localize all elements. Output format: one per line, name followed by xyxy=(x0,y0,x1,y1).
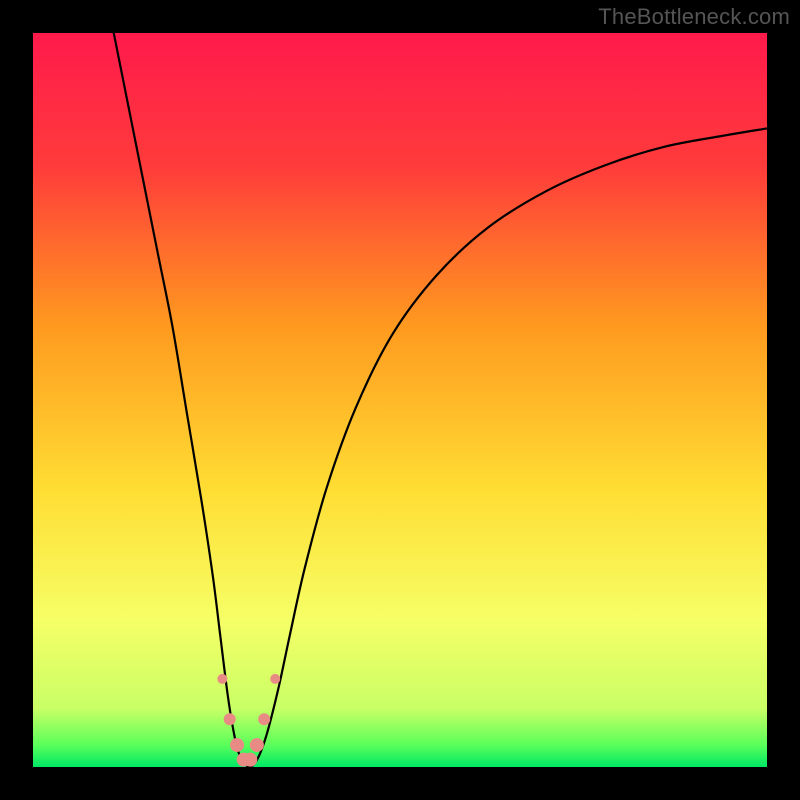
marker-dot xyxy=(243,753,257,767)
marker-dot xyxy=(250,738,264,752)
marker-dot xyxy=(217,674,227,684)
gradient-background xyxy=(33,33,767,767)
plot-area xyxy=(33,33,767,767)
chart-frame: TheBottleneck.com xyxy=(0,0,800,800)
watermark-text: TheBottleneck.com xyxy=(598,4,790,30)
marker-dot xyxy=(230,738,244,752)
marker-dot xyxy=(270,674,280,684)
marker-dot xyxy=(224,713,236,725)
chart-svg xyxy=(33,33,767,767)
marker-dot xyxy=(258,713,270,725)
